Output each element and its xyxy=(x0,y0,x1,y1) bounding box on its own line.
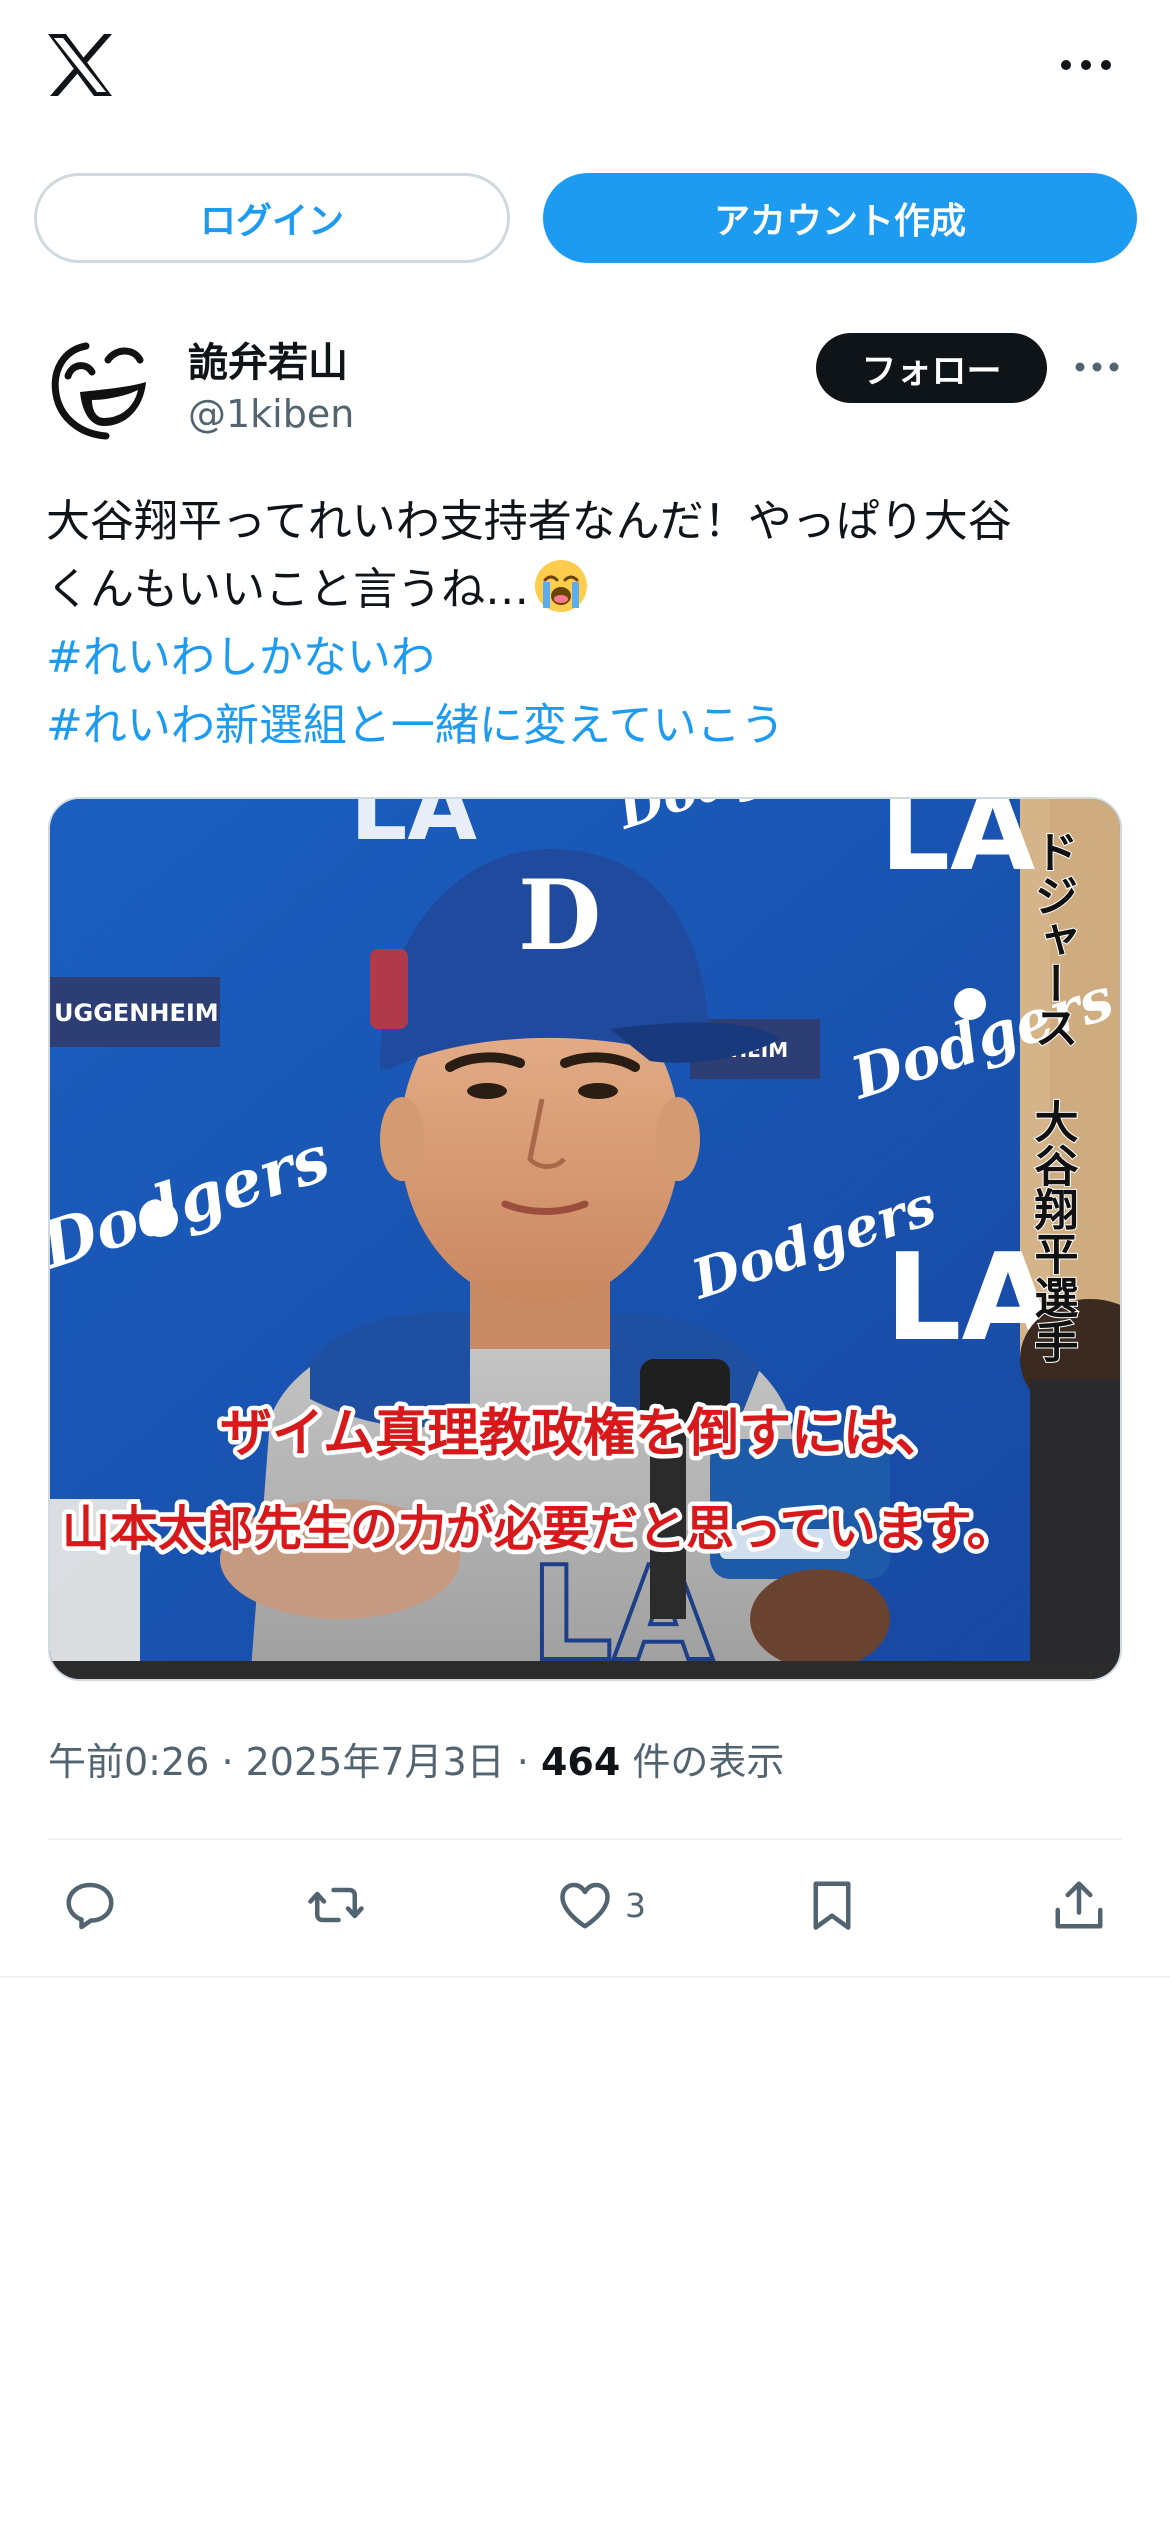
divider xyxy=(48,1838,1122,1840)
post-image[interactable]: LA LA LA Dodgers Dodgers Dodgers Dodgers… xyxy=(48,797,1122,1681)
post-metadata: 午前0:26 · 2025年7月3日 · 464 件の表示 xyxy=(48,1731,784,1786)
vertical-caption: 大谷翔平選手 xyxy=(1027,1099,1079,1363)
post-text: 大谷翔平ってれいわ支持者なんだ！やっぱり大谷 くんもいいこと言うね… #れいわし… xyxy=(46,488,1126,760)
repost-icon xyxy=(308,1887,364,1923)
sponsor-banner: UGGENHEIM xyxy=(54,999,219,1027)
meta-separator: · xyxy=(221,1740,234,1784)
cap-logo: D xyxy=(518,859,601,972)
subtitle-line: 山本太郎先生の力が必要だと思っています。 xyxy=(62,1501,1015,1557)
post-date[interactable]: 2025年7月3日 xyxy=(246,1740,505,1784)
divider xyxy=(0,1976,1170,1978)
avatar[interactable] xyxy=(46,330,162,446)
post-text-line: くんもいいこと言うね… xyxy=(46,556,1126,624)
view-label: 件の表示 xyxy=(632,1740,785,1784)
hashtag-link[interactable]: #れいわしかないわ xyxy=(46,624,1126,692)
follow-button[interactable]: フォロー xyxy=(816,333,1047,403)
press-conference-photo: LA LA LA Dodgers Dodgers Dodgers Dodgers… xyxy=(50,799,1120,1679)
author-name[interactable]: 詭弁若山 xyxy=(188,330,348,388)
hashtag-link[interactable]: #れいわ新選組と一緒に変えていこう xyxy=(46,692,1126,760)
view-count: 464 xyxy=(540,1740,621,1784)
bookmark-icon xyxy=(813,1881,851,1930)
login-button[interactable]: ログイン xyxy=(34,173,510,263)
share-icon xyxy=(1055,1881,1103,1929)
post-text-line: 大谷翔平ってれいわ支持者なんだ！やっぱり大谷 xyxy=(46,496,1012,547)
crying-face-emoji-icon xyxy=(535,560,588,612)
like-button[interactable]: 3 xyxy=(555,1860,646,1950)
like-count: 3 xyxy=(625,1885,646,1925)
post-time[interactable]: 午前0:26 xyxy=(48,1740,209,1784)
la-logo: LA xyxy=(880,799,1035,895)
top-bar xyxy=(0,0,1170,140)
share-button[interactable] xyxy=(1049,1860,1109,1950)
meta-separator: · xyxy=(516,1740,529,1784)
repost-button[interactable] xyxy=(306,1860,366,1950)
author-handle[interactable]: @1kiben xyxy=(188,392,354,436)
subtitle-line: ザイム真理教政権を倒すには、 xyxy=(220,1404,947,1464)
post-more-icon[interactable] xyxy=(1074,354,1120,380)
action-bar: 3 xyxy=(0,1860,1170,1950)
bookmark-button[interactable] xyxy=(802,1860,862,1950)
reply-icon xyxy=(66,1882,114,1930)
la-logo: LA xyxy=(350,799,477,861)
heart-icon xyxy=(560,1882,610,1929)
more-horizontal-icon[interactable] xyxy=(1058,50,1114,80)
reply-button[interactable] xyxy=(60,1860,120,1950)
post-text-fragment: くんもいいこと言うね… xyxy=(46,564,530,615)
avatar-face-icon xyxy=(48,332,160,444)
create-account-button[interactable]: アカウント作成 xyxy=(543,173,1137,263)
vertical-caption: ドジャース xyxy=(1027,829,1078,1049)
x-logo-icon[interactable] xyxy=(46,34,114,96)
